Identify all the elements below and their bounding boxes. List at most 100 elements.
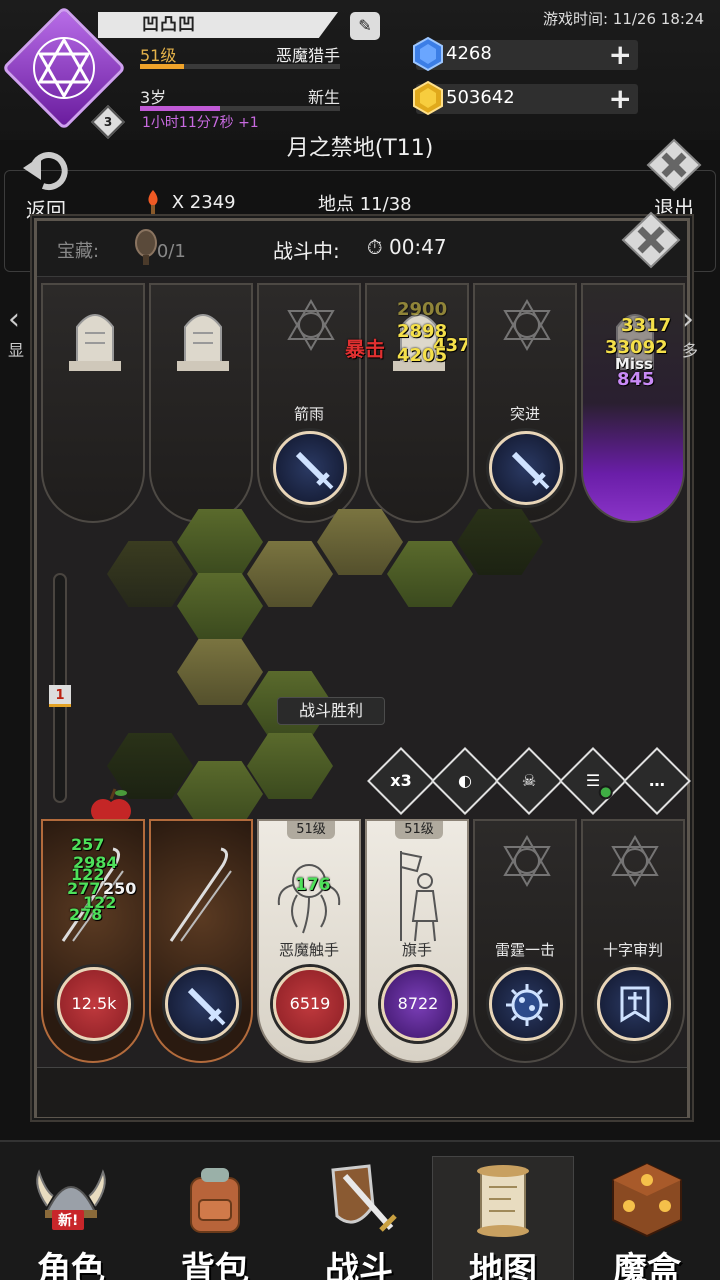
back-button[interactable]: 返回 bbox=[14, 148, 78, 222]
standard-bearer-icon bbox=[400, 851, 439, 942]
damage-number: 845 bbox=[617, 369, 655, 390]
treasure-count: 0/1 bbox=[156, 241, 186, 262]
enemy-slot-6[interactable]: 3317 33092 Miss 845 bbox=[581, 283, 685, 523]
damage-number: 3317 bbox=[621, 315, 672, 336]
ally-level-tab: 51级 bbox=[287, 821, 335, 839]
nav-backpack[interactable]: 背包 bbox=[144, 1156, 286, 1280]
enemy-skill-orb[interactable] bbox=[273, 431, 347, 505]
gem-value: 4268 bbox=[446, 43, 492, 64]
zoom-slider[interactable]: 1 bbox=[49, 573, 71, 803]
blue-gem-icon bbox=[413, 36, 443, 72]
bottom-nav: 新! 角色 背包 战斗 地图 魔盒 bbox=[0, 1140, 720, 1280]
left-side-arrow[interactable]: ‹ 显 bbox=[8, 302, 38, 362]
ally-slot-2[interactable] bbox=[149, 819, 253, 1063]
enemy-skill-orb[interactable] bbox=[489, 431, 563, 505]
hexagram-sigil-icon bbox=[503, 299, 551, 351]
ally-skill-orb[interactable] bbox=[165, 967, 239, 1041]
edit-name-button[interactable]: ✎ bbox=[350, 12, 380, 40]
damage-number: 2900 bbox=[397, 299, 448, 320]
ally-slot-5[interactable]: 雷霆一击 bbox=[473, 819, 577, 1063]
enemy-slot-5[interactable]: 突进 bbox=[473, 283, 577, 523]
player-name-plate: 凹凸凹 bbox=[98, 12, 338, 38]
nav-label: 角色 bbox=[37, 1250, 105, 1280]
ally-skill-name: 十字审判 bbox=[602, 941, 663, 959]
age-row: 3岁 新生 bbox=[140, 84, 340, 108]
ally-hp-orb[interactable]: 8722 bbox=[381, 967, 455, 1041]
tombstone-icon bbox=[69, 314, 121, 371]
enemy-slot-2[interactable] bbox=[149, 283, 253, 523]
damage-number: 4205 bbox=[397, 345, 448, 366]
zoom-slider-knob[interactable]: 1 bbox=[49, 685, 71, 707]
coin-counter: 503642 + bbox=[413, 80, 638, 116]
level-row: 51级 恶魔猎手 bbox=[140, 42, 340, 66]
skull-icon: ☠ bbox=[521, 771, 537, 790]
nav-battle[interactable]: 战斗 bbox=[288, 1156, 430, 1280]
nav-character[interactable]: 新! 角色 bbox=[0, 1156, 142, 1280]
nav-label: 魔盒 bbox=[613, 1250, 681, 1280]
map-title: 月之禁地(T11) bbox=[286, 136, 434, 161]
nav-label: 背包 bbox=[181, 1250, 249, 1280]
enemy-slot-4[interactable]: 2900 2898 4375 4205 bbox=[365, 283, 469, 523]
scroll-map-icon bbox=[477, 1165, 529, 1237]
ally-hp-orb[interactable]: 12.5k bbox=[57, 967, 131, 1041]
chevron-left-icon: ‹ bbox=[8, 302, 20, 337]
game-time: 游戏时间: 11/26 18:24 bbox=[542, 10, 704, 28]
close-battle-icon[interactable] bbox=[621, 211, 681, 269]
pencil-icon: ✎ bbox=[358, 16, 372, 35]
player-age: 3岁 bbox=[140, 88, 167, 107]
battle-bottom-rail bbox=[37, 1067, 687, 1117]
battle-timer-value: 00:47 bbox=[388, 235, 447, 259]
tentacle-icon bbox=[277, 864, 341, 934]
victory-label: 战斗胜利 bbox=[277, 697, 385, 725]
enemy-slot-3[interactable]: 箭雨 bbox=[257, 283, 361, 523]
right-side-label: 多 bbox=[682, 341, 699, 360]
heal-number: 257 bbox=[71, 835, 105, 854]
nav-magic-box[interactable]: 魔盒 bbox=[576, 1156, 718, 1280]
gold-gem-icon bbox=[413, 80, 443, 116]
ally-skill-orb[interactable] bbox=[489, 967, 563, 1041]
ally-skill-name: 雷霆一击 bbox=[494, 941, 555, 959]
tombstone-icon bbox=[177, 314, 229, 371]
treasure-label: 宝藏: bbox=[57, 241, 100, 262]
ally-name: 旗手 bbox=[401, 941, 432, 959]
enemy-skill-name: 突进 bbox=[509, 405, 540, 423]
enemy-slot-1[interactable] bbox=[41, 283, 145, 523]
hexagram-sigil-icon bbox=[503, 835, 551, 887]
ally-slot-1[interactable]: 257 2984 122 277 250 122 278 12.5k bbox=[41, 819, 145, 1063]
cane-weapon-icon bbox=[169, 847, 232, 942]
ally-hp-orb[interactable]: 6519 bbox=[273, 967, 347, 1041]
cross-banner-icon bbox=[620, 986, 650, 1023]
sword-icon bbox=[295, 451, 334, 490]
treasure-status: 宝藏: 0/1 bbox=[57, 237, 186, 263]
nav-label: 战斗 bbox=[325, 1250, 393, 1280]
torch-count: X 2349 bbox=[171, 192, 236, 213]
add-gems-button[interactable]: + bbox=[609, 40, 632, 70]
ally-skill-orb[interactable] bbox=[597, 967, 671, 1041]
critical-text: 暴击 bbox=[345, 337, 385, 361]
add-coins-button[interactable]: + bbox=[609, 84, 632, 114]
return-arrow-icon bbox=[23, 152, 68, 191]
thunder-strike-icon bbox=[506, 984, 548, 1026]
sword-icon bbox=[187, 987, 226, 1026]
left-side-label: 显 bbox=[8, 341, 25, 360]
enemy-skill-name: 箭雨 bbox=[293, 405, 324, 423]
speech-icon: ◐ bbox=[458, 771, 472, 790]
nav-map[interactable]: 地图 bbox=[432, 1156, 574, 1280]
battle-timer: ⏱ 00:47 bbox=[367, 235, 447, 259]
exit-button[interactable]: 退出 bbox=[642, 138, 706, 220]
exp-bar bbox=[140, 64, 340, 69]
chat-icon: … bbox=[649, 771, 665, 790]
nav-label: 地图 bbox=[469, 1251, 537, 1280]
player-status: 新生 bbox=[307, 88, 340, 107]
age-timer: 1小时11分7秒 +1 bbox=[142, 115, 259, 131]
ally-slot-6[interactable]: 十字审判 bbox=[581, 819, 685, 1063]
battle-status: 战斗中: bbox=[273, 239, 340, 263]
notification-dot bbox=[598, 785, 613, 800]
torch-counter: X 2349 bbox=[140, 188, 236, 218]
new-tag: 新! bbox=[52, 1210, 85, 1230]
viking-helmet-icon bbox=[36, 1169, 106, 1218]
ally-slot-3[interactable]: 51级 176 恶魔触手 6519 bbox=[257, 819, 361, 1063]
right-side-arrow[interactable]: › 多 bbox=[682, 302, 712, 362]
ally-slot-4[interactable]: 51级 旗手 8722 bbox=[365, 819, 469, 1063]
ally-hp-value: 6519 bbox=[289, 994, 331, 1013]
